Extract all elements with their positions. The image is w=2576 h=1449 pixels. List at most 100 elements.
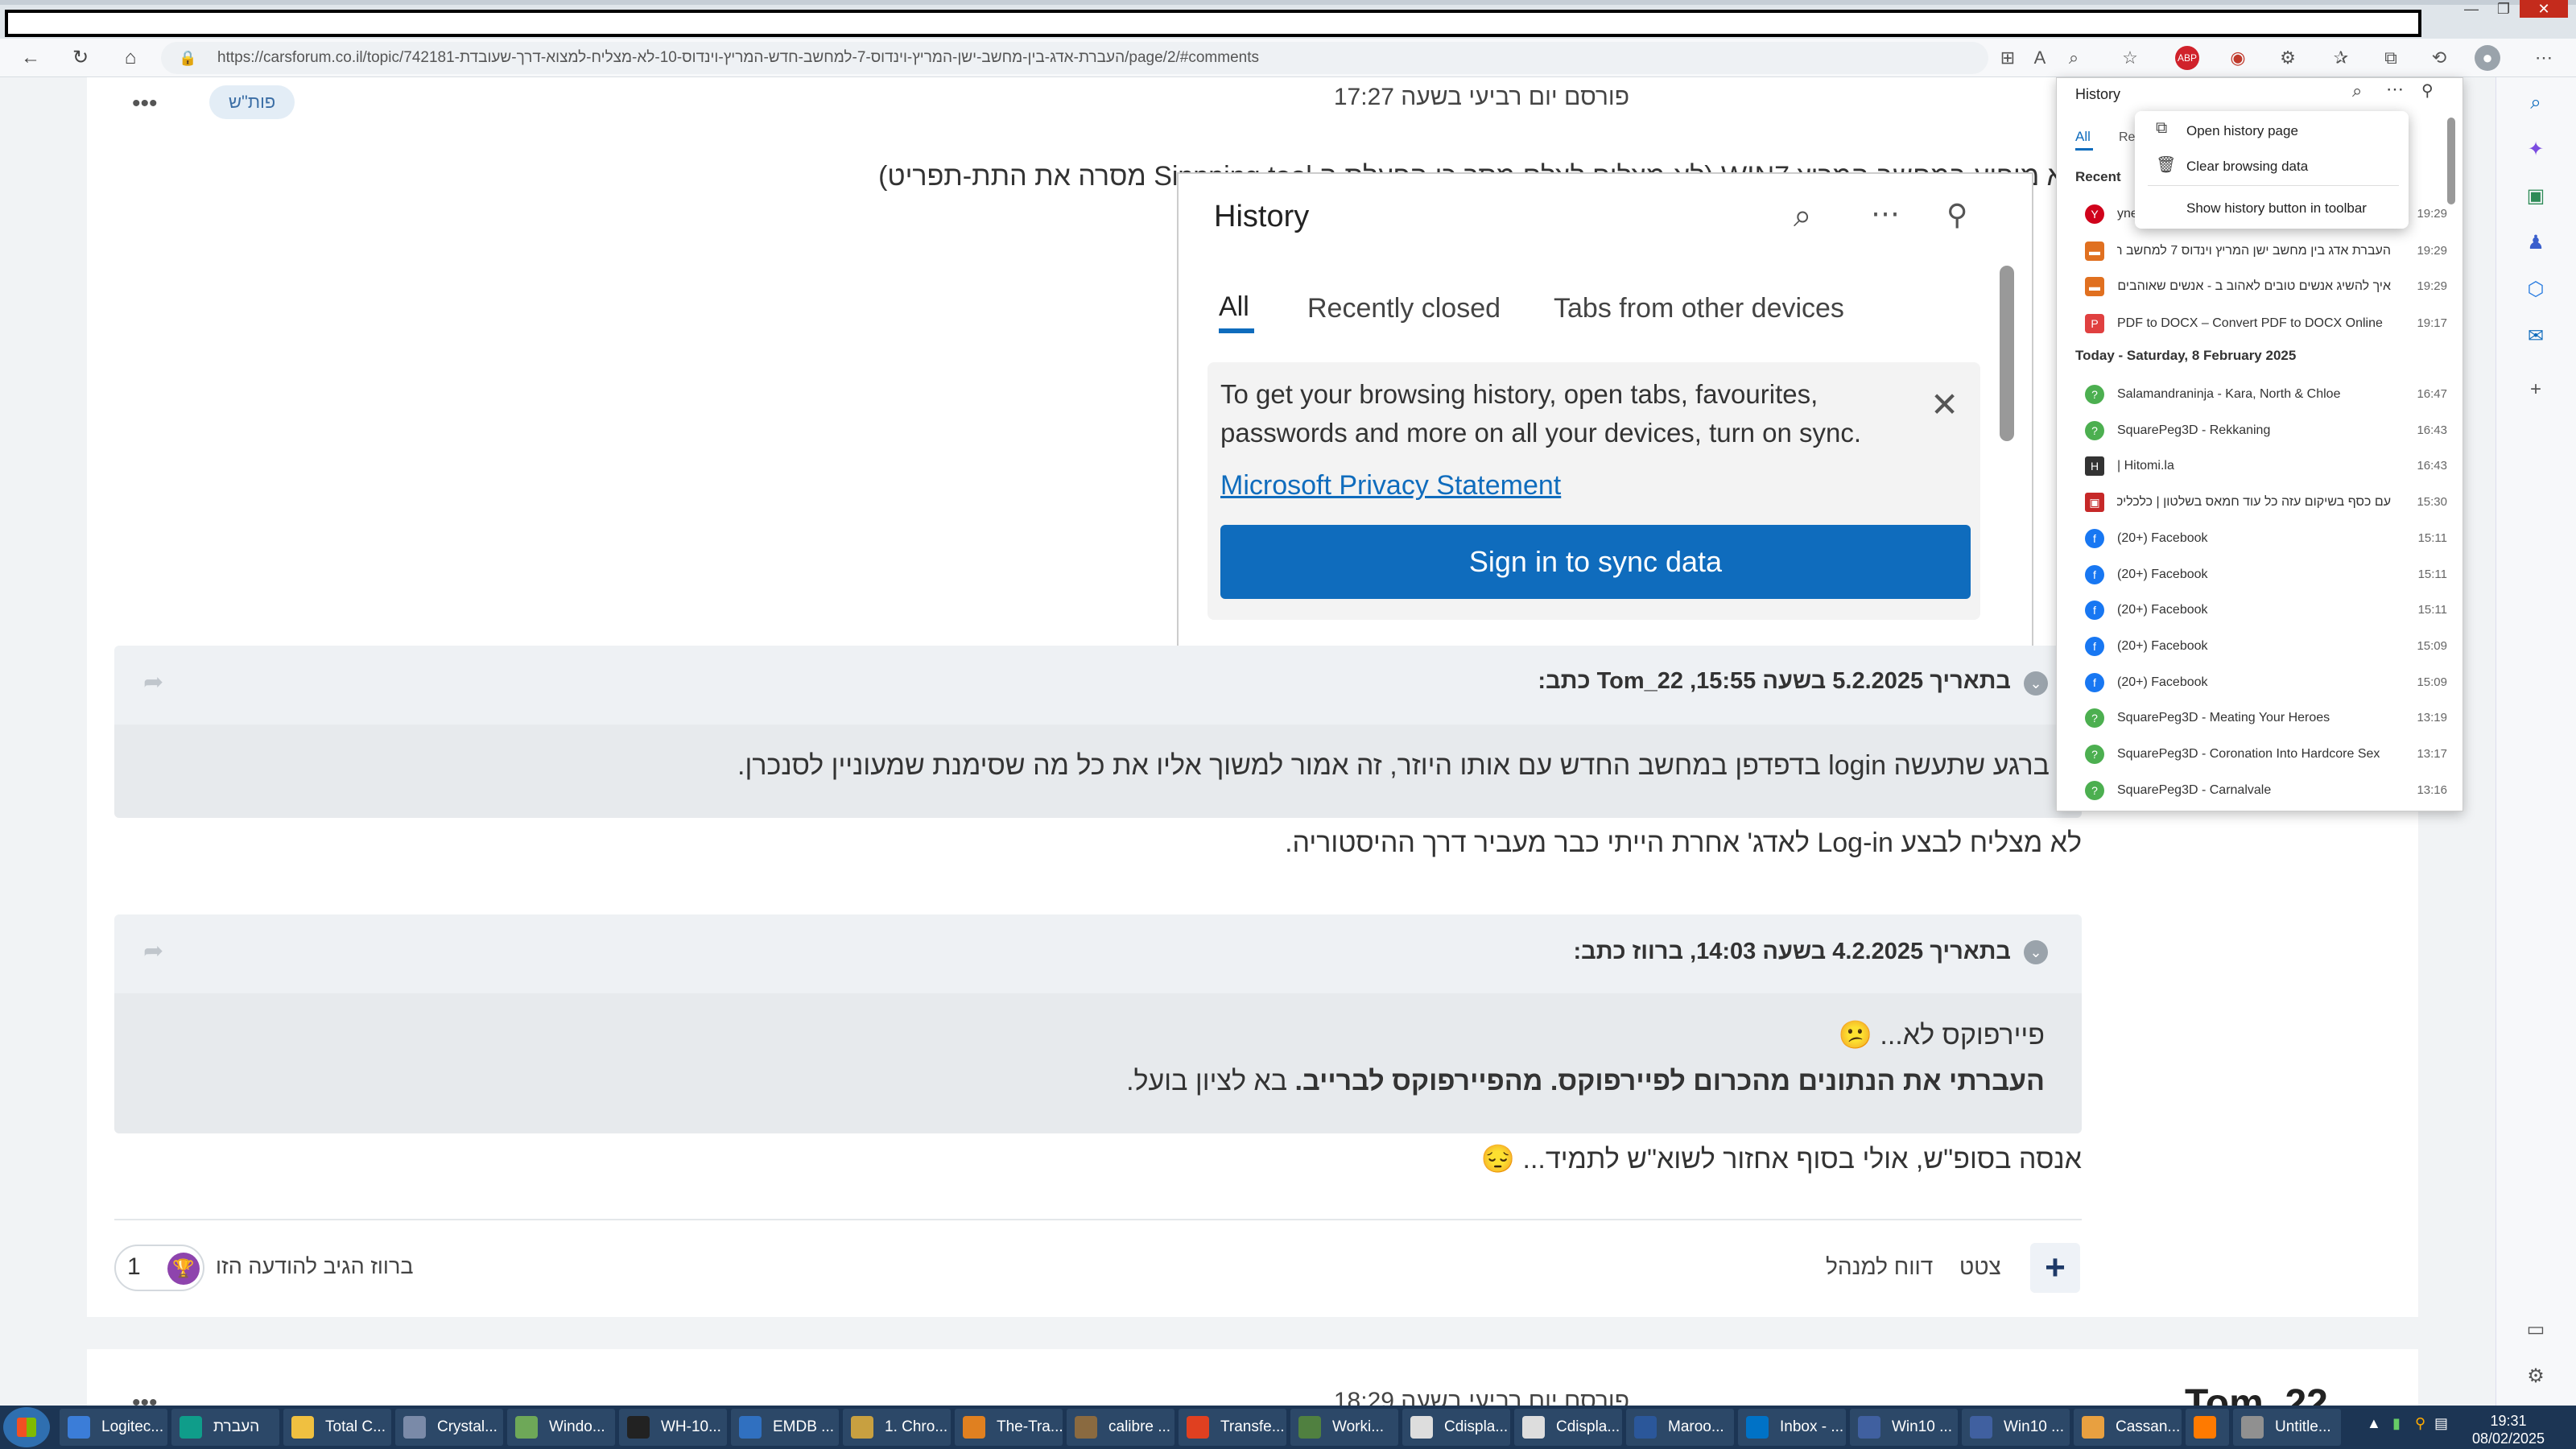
history-item[interactable]: ? SquarePeg3D - Meating Your Heroes 13:19	[2085, 700, 2447, 736]
add-button[interactable]: +	[2030, 1243, 2080, 1293]
history-item[interactable]: ? SquarePeg3D - Rekkaning 16:43	[2085, 413, 2447, 448]
taskbar-item[interactable]: Maroo...	[1626, 1409, 1734, 1446]
tab-strip	[0, 0, 2576, 5]
favorites-icon[interactable]: ✰	[2325, 42, 2357, 74]
menu-clear-browsing-data[interactable]: Clear browsing data	[2186, 155, 2308, 179]
zoom-icon[interactable]: ⌕	[2058, 42, 2090, 74]
taskbar-item[interactable]: The-Tra...	[955, 1409, 1063, 1446]
close-window-icon[interactable]: ✕	[2520, 0, 2568, 18]
history-item[interactable]: ? SquarePeg3D - Carnalvale 13:16	[2085, 773, 2447, 808]
taskbar-item[interactable]: 1. Chro...	[843, 1409, 951, 1446]
read-aloud-icon[interactable]: A	[2024, 42, 2056, 74]
taskbar-item-label: Cdispla...	[1444, 1418, 1509, 1435]
history-item[interactable]: f (20+) Facebook 15:11	[2085, 592, 2447, 628]
post-tag[interactable]: פות"ש	[209, 85, 295, 119]
taskbar-item[interactable]: Total C...	[283, 1409, 391, 1446]
favicon-icon: ?	[2085, 780, 2104, 800]
extensions-icon[interactable]: ⚙	[2272, 42, 2304, 74]
share-icon-2[interactable]: ➦	[143, 937, 163, 965]
taskbar-item[interactable]: Win10 ...	[1850, 1409, 1958, 1446]
sidebar-outlook-icon[interactable]: ✉	[2523, 324, 2549, 349]
tray-battery-icon[interactable]: ▮	[2392, 1415, 2401, 1432]
taskbar-item[interactable]	[2186, 1409, 2229, 1446]
menu-show-history-button[interactable]: Show history button in toolbar	[2186, 196, 2367, 221]
history-icon[interactable]: ⟲	[2423, 42, 2455, 74]
tray-expand-icon[interactable]: ▲	[2367, 1415, 2381, 1432]
app-available-icon[interactable]: ⊞	[1992, 42, 2024, 74]
app-icon	[627, 1416, 650, 1439]
profile-avatar[interactable]: ●	[2475, 45, 2500, 71]
history-scrollbar[interactable]	[2447, 118, 2455, 204]
history-item[interactable]: f (20+) Facebook 15:11	[2085, 521, 2447, 556]
sidebar-games-icon[interactable]: ♟	[2523, 230, 2549, 256]
taskbar-item-label: Untitle...	[2275, 1418, 2331, 1435]
taskbar-item[interactable]: Windo...	[507, 1409, 615, 1446]
post-options-icon[interactable]: •••	[132, 90, 158, 118]
taskbar-item[interactable]: Cdispla...	[1514, 1409, 1622, 1446]
taskbar-item[interactable]: העברת	[171, 1409, 279, 1446]
sidebar-m365-icon[interactable]: ⬡	[2523, 277, 2549, 303]
history-item[interactable]: ? SquarePeg3D - Coronation Into Hardcore …	[2085, 737, 2447, 772]
reply-text-2-content: אנסה בסופ"ש, אולי בסוף אחזור לשוא"ש לתמי…	[1522, 1144, 2082, 1174]
extension-icon[interactable]: ◉	[2222, 42, 2254, 74]
history-item[interactable]: f (20+) Facebook 15:09	[2085, 629, 2447, 664]
url-text[interactable]: https://carsforum.co.il/topic/742181-העב…	[217, 47, 1259, 69]
sidebar-copilot-icon[interactable]: ✦	[2523, 137, 2549, 163]
report-button[interactable]: דווח למנהל	[1826, 1254, 1933, 1280]
start-button[interactable]	[3, 1407, 50, 1447]
home-icon[interactable]: ⌂	[114, 42, 147, 74]
reaction-count: 1	[127, 1253, 141, 1280]
taskbar-item[interactable]: Cdispla...	[1402, 1409, 1510, 1446]
sidebar-add-icon[interactable]: +	[2523, 377, 2549, 402]
taskbar-item[interactable]: Cassan...	[2074, 1409, 2182, 1446]
history-item[interactable]: ▬ איך להשיג אנשים טובים לאהוב ב - אנשים ש…	[2085, 269, 2447, 304]
taskbar-item[interactable]: calibre ...	[1067, 1409, 1174, 1446]
chevron-down-icon[interactable]: ⌄	[2024, 671, 2048, 696]
sidebar-shopping-icon[interactable]: ▣	[2523, 184, 2549, 209]
history-item[interactable]: ? Salamandraninja - Kara, North & Chloe 16…	[2085, 377, 2447, 412]
more-menu-icon[interactable]: ⋯	[2528, 42, 2560, 74]
history-item[interactable]: ▬ העברת אדג בין מחשב ישן המריץ וינדוס 7 ל…	[2085, 233, 2447, 269]
taskbar-item[interactable]: Transfe...	[1179, 1409, 1286, 1446]
adblock-icon[interactable]: ABP	[2175, 46, 2199, 70]
taskbar-item[interactable]: Inbox - ...	[1738, 1409, 1846, 1446]
share-icon[interactable]: ➦	[143, 668, 163, 696]
sidebar-settings-icon[interactable]: ⚙	[2523, 1364, 2549, 1389]
history-item[interactable]: f (20+) Facebook 15:11	[2085, 557, 2447, 592]
lock-icon[interactable]: 🔒	[179, 45, 196, 71]
history-item[interactable]: H | Hitomi.la 16:43	[2085, 448, 2447, 484]
favorite-star-icon[interactable]: ☆	[2114, 42, 2146, 74]
taskbar-item[interactable]: Worki...	[1290, 1409, 1398, 1446]
quote-button[interactable]: צטט	[1959, 1254, 2001, 1280]
history-pin-icon[interactable]: ⚲	[2421, 80, 2434, 101]
clock-date[interactable]: 08/02/2025	[2460, 1430, 2557, 1447]
tray-search-icon[interactable]: ⚲	[2415, 1415, 2425, 1432]
sidebar-layout-icon[interactable]: ▭	[2523, 1317, 2549, 1343]
history-item[interactable]: f (20+) Facebook 15:09	[2085, 665, 2447, 700]
minimize-icon[interactable]: —	[2455, 0, 2487, 18]
refresh-icon[interactable]: ↻	[64, 42, 97, 74]
taskbar-item[interactable]: Untitle...	[2233, 1409, 2341, 1446]
menu-open-history-page[interactable]: Open history page	[2186, 119, 2298, 143]
taskbar-item[interactable]: Crystal...	[395, 1409, 503, 1446]
history-item-time: 19:29	[2417, 207, 2447, 221]
tray-network-icon[interactable]: ▤	[2434, 1415, 2448, 1432]
history-more-icon[interactable]: ⋯	[2386, 79, 2404, 100]
collections-icon[interactable]: ⧉	[2375, 42, 2407, 74]
history-item[interactable]: P PDF to DOCX – Convert PDF to DOCX Onlin…	[2085, 306, 2447, 341]
back-icon[interactable]: ←	[14, 42, 47, 74]
app-icon	[2241, 1416, 2264, 1439]
history-search-icon[interactable]: ⌕	[2352, 80, 2362, 101]
taskbar-item[interactable]: WH-10...	[619, 1409, 727, 1446]
chevron-down-icon-2[interactable]: ⌄	[2024, 940, 2048, 964]
open-external-icon: ⧉	[2156, 119, 2168, 137]
taskbar-item[interactable]: Win10 ...	[1962, 1409, 2070, 1446]
taskbar-item[interactable]: Logitec...	[60, 1409, 167, 1446]
taskbar-item[interactable]: EMDB ...	[731, 1409, 839, 1446]
clock-time[interactable]: 19:31	[2460, 1412, 2557, 1430]
sidebar-search-icon[interactable]: ⌕	[2523, 90, 2549, 116]
history-tab-all[interactable]: All	[2075, 129, 2091, 145]
history-item[interactable]: ▣ עם כסף בשיקום עזה כל עוד חמאס בשלטון | …	[2085, 485, 2447, 520]
history-item-title: העברת אדג בין מחשב ישן המריץ וינדוס 7 למ…	[2117, 244, 2391, 258]
restore-icon[interactable]: ❐	[2487, 0, 2520, 18]
